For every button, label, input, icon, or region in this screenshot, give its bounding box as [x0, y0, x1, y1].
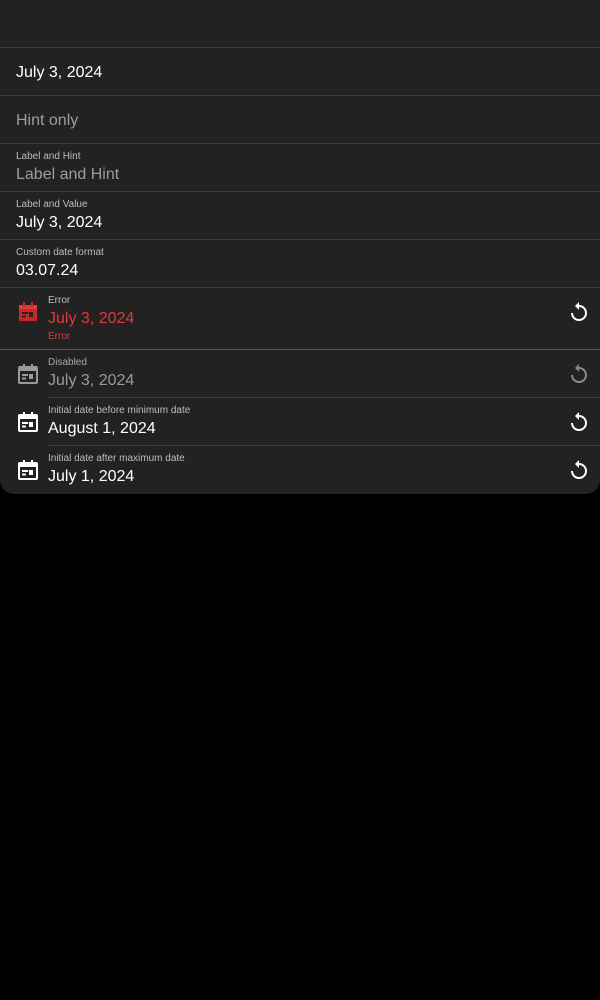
field-label: Initial date after maximum date — [48, 453, 185, 464]
calendar-icon — [19, 302, 37, 321]
date-field-empty[interactable] — [0, 0, 600, 48]
date-value: July 3, 2024 — [48, 310, 135, 327]
date-hint: Label and Hint — [16, 166, 120, 183]
calendar-icon — [18, 364, 38, 384]
error-message: Error — [48, 331, 71, 342]
date-hint: Hint only — [16, 112, 79, 129]
reset-icon[interactable] — [567, 300, 591, 324]
calendar-icon — [18, 412, 38, 432]
date-value: August 1, 2024 — [48, 420, 156, 437]
field-label: Initial date before minimum date — [48, 405, 191, 416]
reset-icon[interactable] — [567, 458, 591, 482]
date-value: 03.07.24 — [16, 262, 79, 279]
date-field-list: July 3, 2024 Hint only Label and Hint La… — [0, 0, 600, 494]
date-value: July 1, 2024 — [48, 468, 135, 485]
calendar-icon — [18, 460, 38, 480]
date-field-custom-format[interactable]: Custom date format 03.07.24 — [0, 240, 600, 288]
date-value: July 3, 2024 — [16, 214, 103, 231]
date-field-label-value[interactable]: Label and Value July 3, 2024 — [0, 192, 600, 240]
field-label: Label and Value — [16, 199, 88, 210]
reset-icon — [571, 364, 587, 383]
reset-icon[interactable] — [567, 410, 591, 434]
date-field-after-max[interactable]: Initial date after maximum date July 1, … — [0, 446, 600, 494]
field-label: Label and Hint — [16, 151, 81, 162]
field-label: Disabled — [48, 357, 87, 368]
date-field-plain[interactable]: July 3, 2024 — [0, 48, 600, 96]
field-label: Custom date format — [16, 247, 104, 258]
field-label: Error — [48, 295, 71, 306]
date-field-error[interactable]: Error July 3, 2024 Error — [0, 288, 600, 350]
date-field-hint-only[interactable]: Hint only — [0, 96, 600, 144]
date-field-before-min[interactable]: Initial date before minimum date August … — [0, 398, 600, 446]
date-value: July 3, 2024 — [16, 64, 103, 81]
date-value: July 3, 2024 — [48, 372, 135, 389]
date-field-label-hint[interactable]: Label and Hint Label and Hint — [0, 144, 600, 192]
date-field-disabled: Disabled July 3, 2024 — [0, 350, 600, 398]
